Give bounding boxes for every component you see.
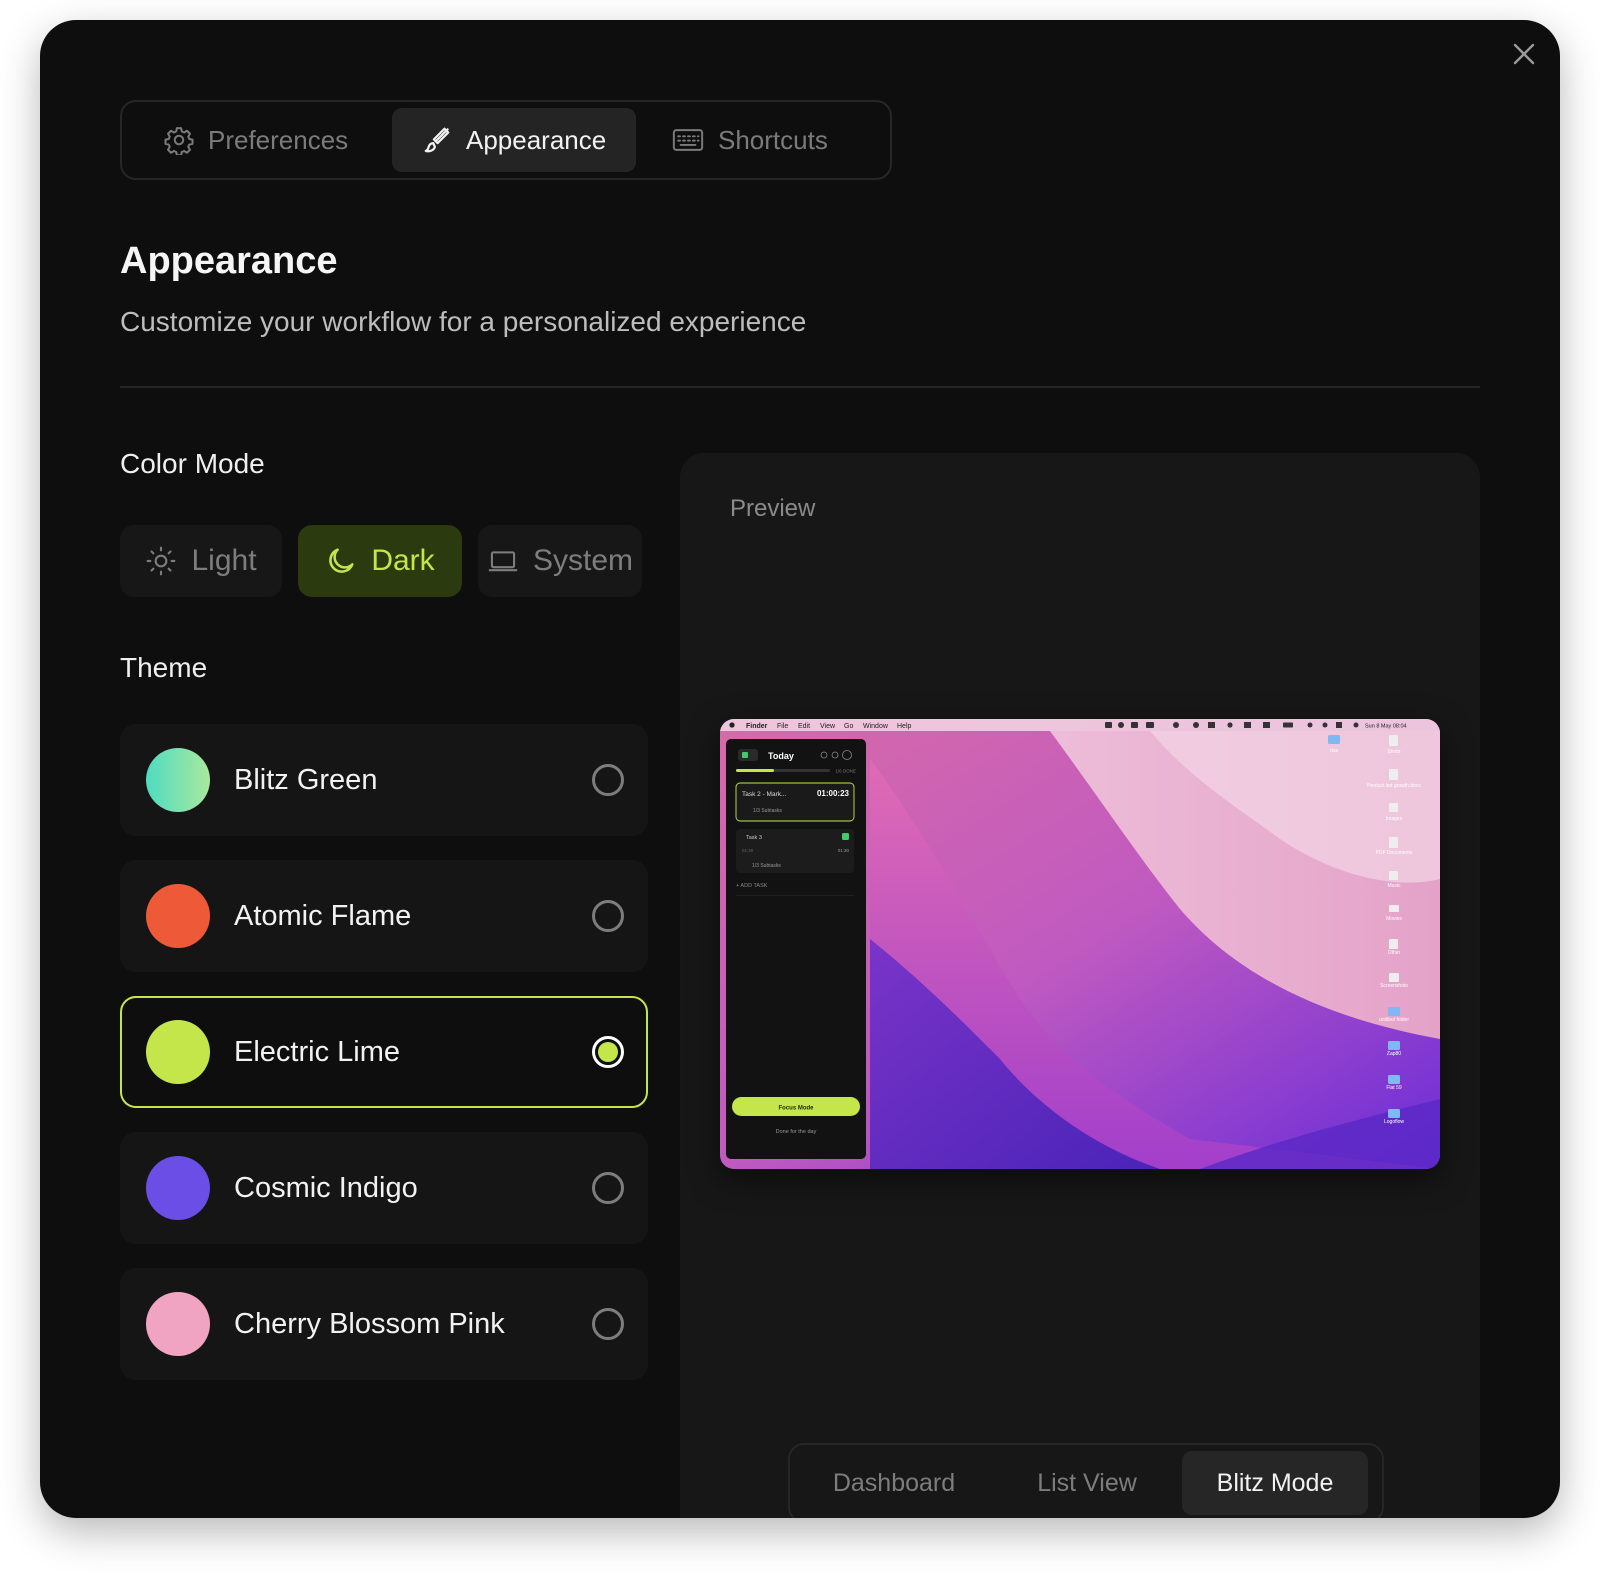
theme-color-swatch	[146, 748, 210, 812]
preview-task-time: 01:30	[838, 848, 850, 853]
section-divider	[120, 386, 1480, 388]
preview-focus-label: Focus Mode	[778, 1106, 814, 1112]
tab-appearance[interactable]: Appearance	[392, 108, 636, 172]
preview-app-window: Today 1/6 DONE Task 2 - Mark... 01:00:23…	[726, 739, 866, 1159]
color-mode-system-button[interactable]: System	[478, 525, 642, 597]
menubar-item: Go	[844, 723, 853, 730]
page-subtitle: Customize your workflow for a personaliz…	[120, 306, 807, 337]
menubar-item: Help	[897, 723, 912, 730]
menubar-item: Edit	[798, 723, 810, 730]
close-icon	[1513, 43, 1535, 65]
moon-icon	[329, 548, 354, 573]
theme-list: Blitz Green Atomic Flame Electric Lime C…	[120, 724, 648, 1404]
preview-task-timer: 01:00:23	[817, 789, 850, 798]
theme-name: Electric Lime	[234, 1035, 400, 1068]
desktop-icon-label: Images	[1386, 816, 1403, 822]
theme-color-swatch	[146, 1156, 210, 1220]
preview-task-name: Task 3	[746, 835, 762, 841]
desktop-icon-label: Screenshots	[1380, 983, 1408, 989]
menubar-item: Finder	[746, 723, 768, 730]
close-button[interactable]	[1508, 38, 1540, 70]
theme-option-cosmic-indigo[interactable]: Cosmic Indigo	[120, 1132, 648, 1244]
preview-progress-fill	[736, 769, 774, 772]
theme-color-swatch	[146, 1292, 210, 1356]
theme-name: Cherry Blossom Pink	[234, 1307, 505, 1340]
preview-progress-text: 1/6 DONE	[835, 769, 856, 774]
color-mode-light-button[interactable]: Light	[120, 525, 282, 597]
keyboard-icon	[672, 129, 704, 151]
view-tab-blitz-mode[interactable]: Blitz Mode	[1182, 1451, 1368, 1515]
theme-option-blitz-green[interactable]: Blitz Green	[120, 724, 648, 836]
desktop-icon-label: untitled folder	[1379, 1017, 1409, 1023]
theme-option-electric-lime[interactable]: Electric Lime	[120, 996, 648, 1108]
tab-shortcuts[interactable]: Shortcuts	[636, 108, 876, 172]
preview-subtasks: 1/3 Subtasks	[752, 863, 781, 869]
sun-icon	[147, 546, 176, 576]
preview-panel: Preview Finder File Edit View Go Window …	[680, 453, 1480, 1518]
tab-label: Preferences	[208, 124, 349, 155]
mode-label: Light	[191, 544, 257, 577]
preview-label: Preview	[730, 495, 816, 522]
view-tab-dashboard[interactable]: Dashboard	[796, 1451, 992, 1515]
theme-radio-selected[interactable]	[592, 1036, 624, 1068]
menubar-item: File	[777, 723, 788, 730]
theme-radio[interactable]	[592, 1308, 624, 1340]
mode-label: System	[532, 544, 634, 577]
theme-option-cherry-blossom-pink[interactable]: Cherry Blossom Pink	[120, 1268, 648, 1380]
menubar-clock: Sun 8 May 08:04	[1365, 724, 1407, 730]
desktop-icon-label: PDF Documents	[1376, 850, 1413, 856]
theme-name: Cosmic Indigo	[234, 1171, 418, 1204]
appearance-settings-modal: Preferences Appearance Shortcuts Appeara…	[40, 20, 1560, 1518]
theme-radio[interactable]	[592, 900, 624, 932]
preview-task-name: Task 2 - Mark...	[742, 791, 787, 798]
brush-icon	[424, 127, 450, 153]
mode-label: Dark	[371, 544, 435, 577]
desktop-icon-label: Movies	[1386, 916, 1402, 922]
tab-preferences[interactable]: Preferences	[128, 108, 392, 172]
theme-name: Blitz Green	[234, 763, 378, 796]
preview-view-switch: Dashboard List View Blitz Mode	[788, 1443, 1384, 1518]
desktop-icon-label: Music	[1387, 883, 1401, 889]
settings-tab-bar: Preferences Appearance Shortcuts	[120, 100, 892, 180]
theme-label: Theme	[120, 652, 208, 683]
preview-app-title: Today	[768, 751, 794, 761]
page-title: Appearance	[120, 240, 338, 282]
desktop-icon-label: Shottr	[1387, 749, 1401, 755]
color-mode-dark-button[interactable]: Dark	[298, 525, 462, 597]
color-mode-label: Color Mode	[120, 448, 265, 479]
tab-label: Shortcuts	[718, 124, 828, 155]
theme-color-swatch	[146, 1020, 210, 1084]
preview-task-time: 01:30	[742, 848, 754, 853]
theme-color-swatch	[146, 884, 210, 948]
menubar-item: View	[820, 723, 836, 730]
desktop-icon-label: dsa	[1330, 748, 1338, 754]
tab-label: Appearance	[466, 124, 607, 155]
desktop-icon-label: Logoflow	[1384, 1119, 1404, 1125]
theme-radio[interactable]	[592, 764, 624, 796]
view-tab-list-view[interactable]: List View	[992, 1451, 1182, 1515]
menubar-item: Window	[863, 723, 889, 730]
preview-add-task: + ADD TASK	[736, 883, 768, 889]
theme-radio[interactable]	[592, 1172, 624, 1204]
gear-icon	[164, 127, 194, 155]
theme-option-atomic-flame[interactable]: Atomic Flame	[120, 860, 648, 972]
theme-name: Atomic Flame	[234, 899, 412, 932]
apple-logo-icon	[729, 722, 735, 728]
desktop-icon-label: Zap80	[1387, 1051, 1401, 1057]
desktop-icon-label: Other	[1388, 950, 1401, 956]
desktop-icon-label: Flat 59	[1386, 1085, 1402, 1091]
color-mode-selector: Light Dark System	[120, 525, 642, 597]
laptop-icon	[488, 551, 518, 572]
desktop-icon-label: Product led growth.docx	[1367, 783, 1421, 789]
preview-done-link: Done for the day	[776, 1129, 817, 1135]
preview-subtasks: 1/3 Subtasks	[753, 808, 782, 814]
preview-screenshot: Finder File Edit View Go Window Help Sun…	[720, 719, 1440, 1169]
